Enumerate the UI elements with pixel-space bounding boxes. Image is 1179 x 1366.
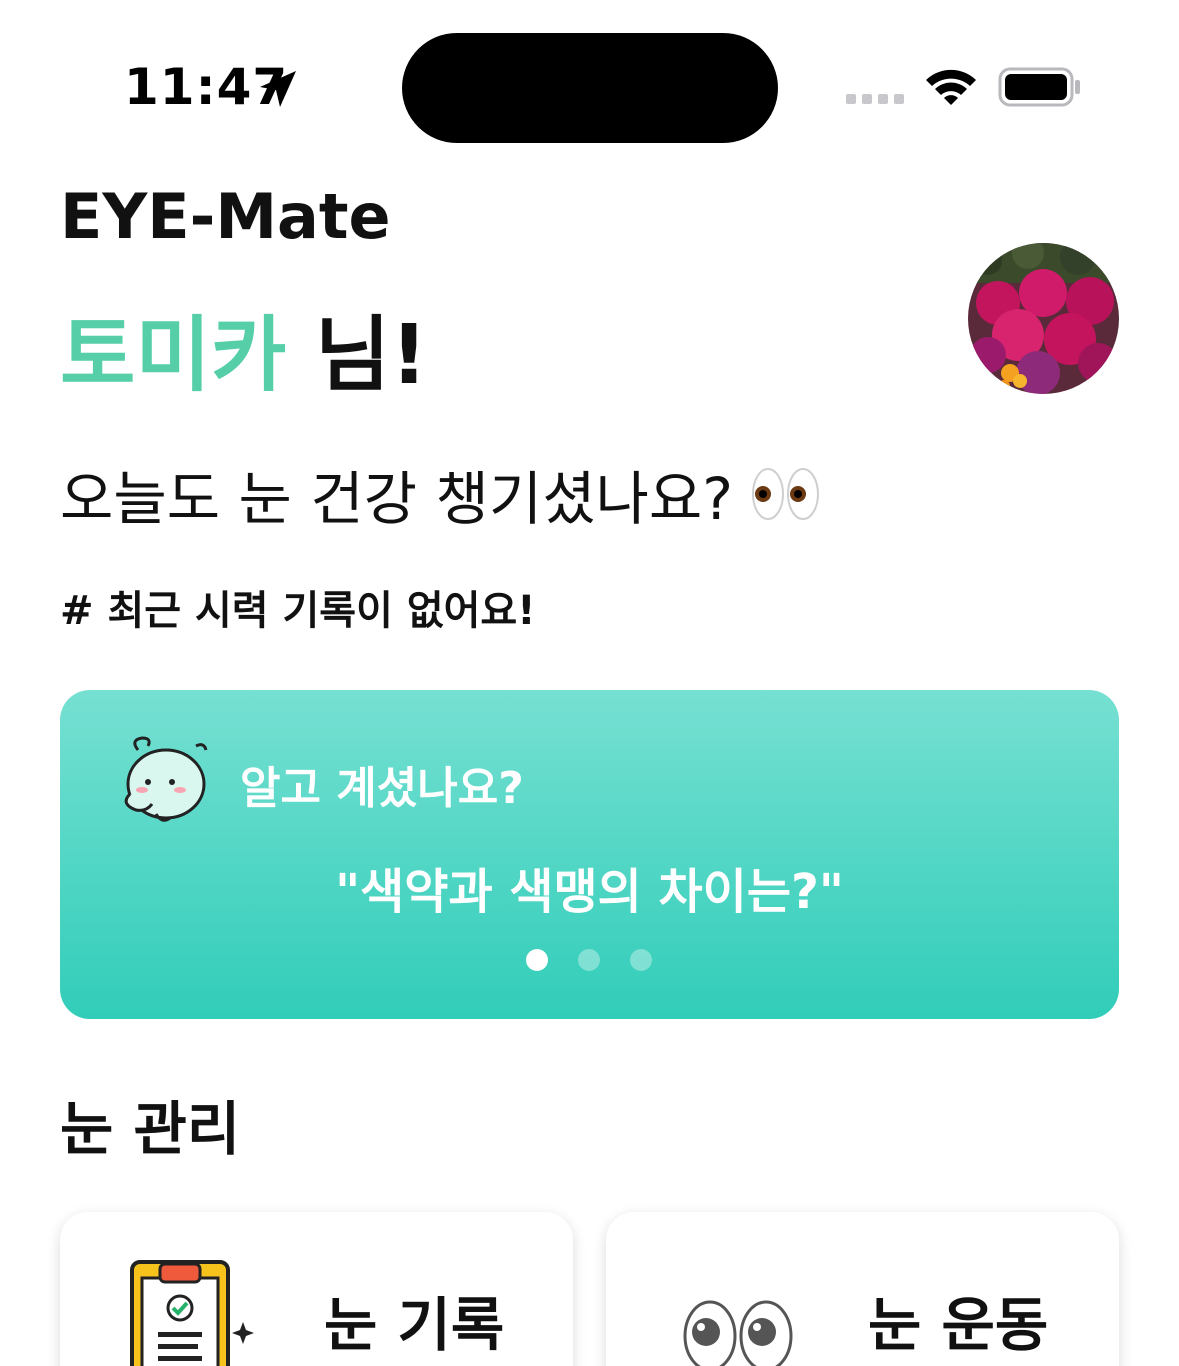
greeting-suffix: 님! — [286, 308, 428, 403]
eye-exercise-card[interactable]: 눈 운동 — [606, 1212, 1119, 1366]
mascot-icon — [124, 736, 208, 822]
page-dot[interactable] — [526, 949, 548, 971]
page-indicator[interactable] — [526, 949, 652, 971]
home-screen: 11:47 EYE-Mate 토미카 님! 오늘도 눈 건강 챙기셨나요? # … — [0, 0, 1179, 1366]
greeting: 토미카 님! — [60, 288, 428, 407]
signal-icon — [846, 94, 904, 104]
page-dot[interactable] — [630, 949, 652, 971]
subtitle-text: 오늘도 눈 건강 챙기셨나요? — [60, 465, 734, 533]
eye-exercise-title: 눈 운동 — [868, 1291, 1049, 1359]
eyes-emoji-icon — [752, 468, 820, 520]
recent-record-notice: # 최근 시력 기록이 없어요! — [60, 588, 536, 634]
user-name: 토미카 — [60, 308, 287, 403]
section-title-eye-care: 눈 관리 — [60, 1095, 241, 1163]
eye-record-title: 눈 기록 — [324, 1291, 505, 1359]
tip-card[interactable]: 알고 계셨나요? "색약과 색맹의 차이는?" — [60, 690, 1119, 1019]
profile-avatar[interactable] — [968, 243, 1119, 394]
clipboard-icon — [130, 1260, 254, 1366]
wifi-icon — [926, 69, 976, 105]
eye-record-card[interactable]: 눈 기록 — [60, 1212, 573, 1366]
tip-header: 알고 계셨나요? — [240, 763, 524, 814]
eyes-icon — [683, 1300, 793, 1366]
dynamic-island — [402, 33, 778, 143]
location-arrow-icon — [260, 71, 296, 107]
battery-icon — [998, 67, 1080, 107]
subtitle: 오늘도 눈 건강 챙기셨나요? — [60, 452, 821, 536]
page-dot[interactable] — [578, 949, 600, 971]
avatar-image — [968, 243, 1119, 394]
tip-question: "색약과 색맹의 차이는?" — [335, 864, 844, 920]
app-title: EYE-Mate — [60, 180, 391, 253]
